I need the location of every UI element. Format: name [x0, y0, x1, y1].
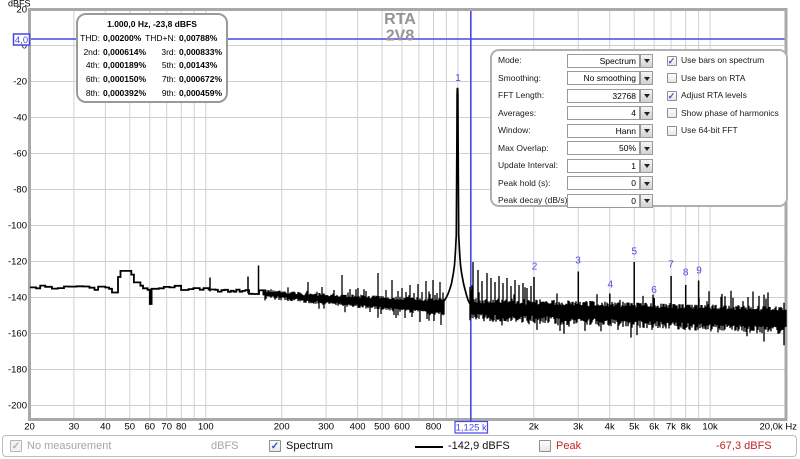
svg-text:2k: 2k — [529, 422, 539, 433]
svg-text:-140: -140 — [8, 293, 27, 304]
svg-text:1,125 k: 1,125 k — [456, 423, 487, 434]
svg-text:RTA: RTA — [384, 11, 416, 28]
svg-text:-20: -20 — [13, 77, 27, 88]
svg-text:30: 30 — [69, 422, 80, 433]
svg-text:500: 500 — [374, 422, 390, 433]
svg-text:7: 7 — [668, 260, 674, 271]
svg-text:400: 400 — [350, 422, 366, 433]
svg-text:4,0: 4,0 — [15, 35, 28, 46]
svg-text:6k: 6k — [649, 422, 659, 433]
svg-text:3k: 3k — [573, 422, 583, 433]
svg-text:50: 50 — [125, 422, 136, 433]
svg-text:40: 40 — [100, 422, 111, 433]
svg-text:-80: -80 — [13, 185, 27, 196]
svg-text:2V8: 2V8 — [386, 27, 415, 44]
svg-text:200: 200 — [274, 422, 290, 433]
svg-text:-160: -160 — [8, 329, 27, 340]
svg-text:60: 60 — [145, 422, 156, 433]
svg-text:4: 4 — [608, 280, 614, 291]
svg-text:5k: 5k — [629, 422, 639, 433]
svg-text:-180: -180 — [8, 365, 27, 376]
svg-text:20,0k Hz: 20,0k Hz — [760, 422, 798, 433]
svg-text:20: 20 — [24, 422, 35, 433]
svg-text:800: 800 — [426, 422, 442, 433]
svg-text:-60: -60 — [13, 149, 27, 160]
svg-text:-100: -100 — [8, 221, 27, 232]
svg-text:7k: 7k — [666, 422, 676, 433]
svg-text:20: 20 — [16, 5, 27, 16]
svg-text:80: 80 — [176, 422, 187, 433]
svg-text:8k: 8k — [681, 422, 691, 433]
svg-text:4k: 4k — [605, 422, 615, 433]
svg-text:-40: -40 — [13, 113, 27, 124]
svg-text:6: 6 — [651, 285, 657, 296]
svg-text:9: 9 — [696, 266, 702, 277]
svg-text:8: 8 — [683, 268, 689, 279]
svg-text:10k: 10k — [702, 422, 718, 433]
svg-text:70: 70 — [161, 422, 172, 433]
svg-text:1: 1 — [455, 73, 461, 84]
svg-text:-120: -120 — [8, 257, 27, 268]
svg-text:300: 300 — [318, 422, 334, 433]
svg-text:100: 100 — [198, 422, 214, 433]
svg-text:5: 5 — [632, 247, 638, 258]
svg-text:2: 2 — [532, 262, 538, 273]
svg-text:600: 600 — [394, 422, 410, 433]
svg-text:3: 3 — [575, 256, 581, 267]
svg-text:-200: -200 — [8, 401, 27, 412]
